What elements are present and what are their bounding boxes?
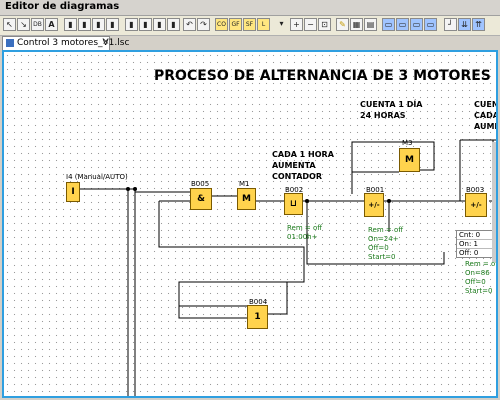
file-icon (6, 39, 14, 47)
nand-gate-icon[interactable]: ▮ (139, 18, 152, 31)
tab-control-3-motores[interactable]: Control 3 motores_V1.lsc × (2, 36, 129, 50)
pen-icon[interactable]: ✎ (336, 18, 349, 31)
sf-icon[interactable]: SF (243, 18, 256, 31)
arrange-icon[interactable]: ┘ (444, 18, 457, 31)
block-label-b005: B005 (191, 180, 210, 188)
pointer-icon[interactable]: ↖ (3, 18, 16, 31)
connector-icon[interactable]: ↘ (17, 18, 30, 31)
dropdown-icon[interactable]: ▾ (275, 18, 288, 31)
co-icon[interactable]: CO (215, 18, 228, 31)
input-block-i4[interactable]: I (66, 182, 80, 202)
wires (80, 139, 496, 396)
block-label-m1: M1 (239, 180, 250, 188)
align-center-icon[interactable]: ▭ (396, 18, 409, 31)
redo-icon[interactable]: ↷ (197, 18, 210, 31)
b001-param-rem: Rem = off (368, 226, 404, 234)
align-right-icon[interactable]: ▭ (410, 18, 423, 31)
note-cuenta-1: CUENTA 1 DÍA (360, 100, 423, 109)
zoom-in-icon[interactable]: + (290, 18, 303, 31)
or-gate-icon[interactable]: ▮ (92, 18, 105, 31)
note-aumenta: AUMENTA (272, 161, 316, 170)
block-label-m3: M3 (402, 139, 413, 147)
b002-param-rem: Rem = off (287, 224, 323, 232)
b001-param-off: Off=0 (368, 244, 389, 252)
toolbar: ↖ ↘ DB A ▮ ▮ ▮ ▮ ▮ ▮ ▮ ▮ ↶ ↷ CO GF SF L … (0, 16, 500, 36)
note-right-1: CUENT (474, 100, 498, 109)
note-cada-1: CADA 1 HORA (272, 150, 334, 159)
counter-block-b003[interactable]: +/- (465, 193, 487, 217)
note-right-2: CADA (474, 111, 498, 120)
nand-gate-icon[interactable]: ▮ (78, 18, 91, 31)
tab-label: Control 3 motores_V1.lsc (17, 38, 130, 48)
note-contador: CONTADOR (272, 172, 322, 181)
note-cuenta-2: 24 HORAS (360, 111, 406, 120)
diagram-canvas[interactable]: PROCESO DE ALTERNANCIA DE 3 MOTORES CUEN… (2, 50, 498, 398)
b003-param-off: Off=0 (465, 278, 486, 286)
nor-gate-icon[interactable]: ▮ (106, 18, 119, 31)
align-top-icon[interactable]: ⇈ (472, 18, 485, 31)
tab-bar: Control 3 motores_V1.lsc × (0, 36, 500, 50)
and-gate-icon[interactable]: ▮ (125, 18, 138, 31)
window-titlebar: Editor de diagramas (0, 0, 500, 16)
shapes-icon[interactable]: ▦ (350, 18, 363, 31)
gf-icon[interactable]: GF (229, 18, 242, 31)
arrange-icon[interactable]: ▭ (424, 18, 437, 31)
l-icon[interactable]: L (257, 18, 270, 31)
b002-param-time: 01:00h+ (287, 233, 318, 241)
and-gate-icon[interactable]: ▮ (64, 18, 77, 31)
timer-block-b002[interactable]: ⊔ (284, 193, 303, 215)
b003-param-on: On=86 (465, 269, 490, 277)
b001-param-on: On=24+ (368, 235, 399, 243)
vertical-scrollbar[interactable] (492, 142, 496, 262)
window-title: Editor de diagramas (5, 1, 120, 12)
b001-param-start: Start=0 (368, 253, 396, 261)
undo-icon[interactable]: ↶ (183, 18, 196, 31)
align-left-icon[interactable]: ▭ (382, 18, 395, 31)
fit-icon[interactable]: ⊡ (318, 18, 331, 31)
marker-block-m1[interactable]: M (237, 188, 256, 210)
marker-block-m3[interactable]: M (399, 148, 420, 172)
db-icon[interactable]: DB (31, 18, 44, 31)
table-icon[interactable]: ▤ (364, 18, 377, 31)
nor-gate-icon[interactable]: ▮ (167, 18, 180, 31)
note-right-3: AUMEN (474, 122, 496, 131)
close-icon[interactable]: × (102, 37, 110, 47)
diagram-title: PROCESO DE ALTERNANCIA DE 3 MOTORES (154, 68, 491, 84)
zoom-out-icon[interactable]: − (304, 18, 317, 31)
or-block-b004[interactable]: 1 (247, 305, 268, 329)
counter-block-b001[interactable]: +/- (364, 193, 384, 217)
or-gate-icon[interactable]: ▮ (153, 18, 166, 31)
text-icon[interactable]: A (45, 18, 58, 31)
input-label: I4 (Manual/AUTO) (66, 173, 128, 181)
align-bottom-icon[interactable]: ⇊ (458, 18, 471, 31)
b003-param-start: Start=0 (465, 287, 493, 295)
and-block-b005[interactable]: & (190, 188, 212, 210)
